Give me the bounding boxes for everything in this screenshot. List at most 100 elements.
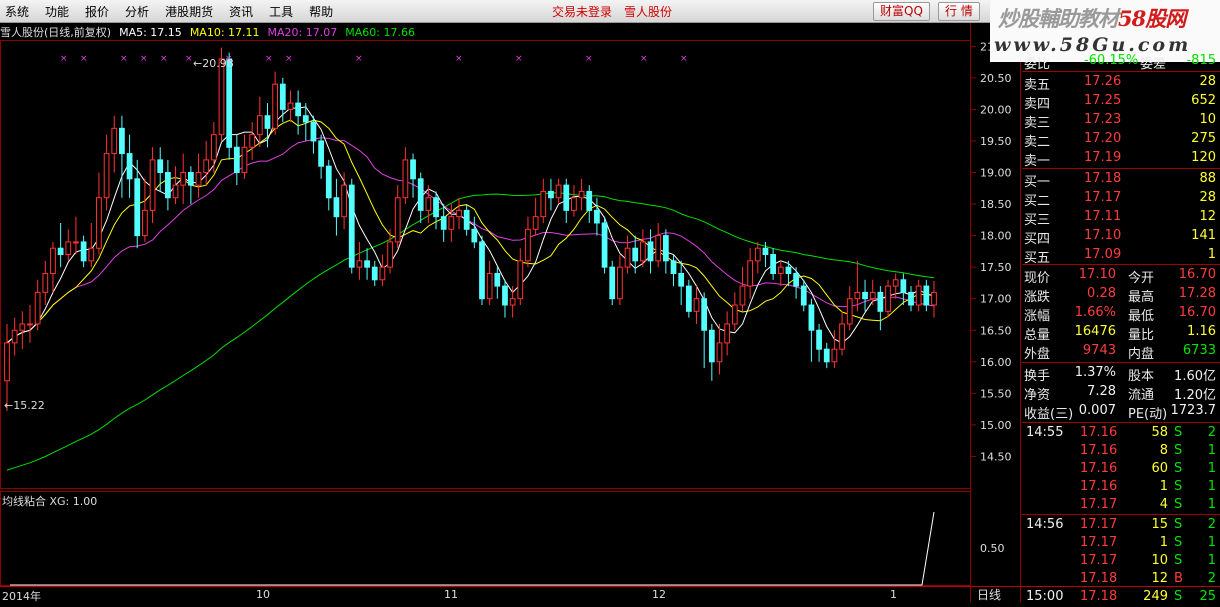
candle-body [440,216,447,230]
trade-status[interactable]: 交易未登录 [552,3,612,20]
candle-body [693,298,700,312]
tick-row: 14:55 17.16 58 S 2 [1022,424,1220,443]
candle-body [800,285,807,306]
candle-body [601,222,608,268]
tick-count: 2 [1207,517,1216,532]
menu-news[interactable]: 资讯 [224,3,264,20]
signal-marker: × [185,54,193,64]
candle-body [80,241,87,262]
order-volume: 652 [1191,93,1216,108]
order-price: 17.09 [1084,247,1122,262]
order-price: 17.10 [1084,228,1122,243]
candle-body [785,266,792,274]
candle-body [364,260,370,268]
candle-body [685,285,692,312]
candle-body [877,291,884,312]
low-annotation: ←15.22 [4,399,45,412]
signal-marker: × [680,54,688,64]
tick-side: S [1174,479,1183,494]
order-price: 17.20 [1084,131,1122,146]
price-tick-label: 16.50 [980,324,1012,337]
quote-cell: 9743 [1082,343,1116,358]
price-tick-label: 18.50 [980,198,1012,211]
quote-cell: 最低 [1128,309,1155,324]
menu-quote[interactable]: 报价 [80,3,120,20]
candle-body [279,83,286,110]
quote-cell: 涨幅 [1024,309,1051,324]
candle-body [356,260,363,268]
quote-cell: 17.10 [1078,267,1116,282]
candle-body [433,197,439,218]
signal-marker: × [60,54,68,64]
quote-cell: 外盘 [1024,347,1051,362]
candle-body [103,153,110,199]
quote-cell: 6733 [1182,343,1216,358]
candle-body [233,146,240,174]
order-volume: 10 [1199,112,1216,127]
quote-cell: 1.16 [1187,324,1216,339]
panel-separator [1022,514,1220,515]
candle-body [34,291,41,325]
candlesticks: × × × × × × × × × × × × × × × [4,47,937,412]
market-button[interactable]: 行 情 [938,2,980,21]
quote-cell: 1723.7 [1170,403,1217,418]
order-price: 17.19 [1084,150,1122,165]
candle-body [119,127,125,155]
quote-cell: 涨跌 [1024,290,1051,305]
candle-body [379,266,386,281]
candle-body [272,83,279,129]
ma10-label: MA10: 17.11 [189,26,260,39]
candle-body [624,247,631,268]
caifu-qq-button[interactable]: 财富QQ [873,2,930,21]
candle-body [532,216,539,230]
signal-marker: × [640,54,648,64]
price-tick-label: 19.50 [980,135,1012,148]
date-label: 11 [444,588,458,601]
candle-body [218,58,225,136]
tick-row: 17.17 4 S 1 [1022,496,1220,515]
tick-side: S [1174,553,1183,568]
candle-body [908,291,914,306]
period-label[interactable]: 日线 [977,586,1001,603]
price-axis: 21.0020.5020.0019.5019.0018.5018.0017.50… [970,40,1012,463]
candle-body [494,272,501,287]
candle-body [226,58,233,148]
price-tick-label: 20.00 [980,103,1012,116]
candle-body [892,279,899,287]
quote-cell: 1.66% [1074,305,1116,320]
tick-price: 17.17 [1080,553,1118,568]
quote-cell: 1.37% [1074,365,1116,380]
signal-marker: × [80,54,88,64]
candle-body [647,241,654,262]
bid-row: 买五 17.09 1 [1022,246,1220,266]
menu-help[interactable]: 帮助 [304,3,344,20]
candle-body [318,140,324,167]
quote-cell: 流通 [1128,388,1155,403]
ask-row: 卖五 17.26 28 [1022,73,1220,93]
tick-volume: 8 [1159,443,1168,458]
menu-hk-futures[interactable]: 港股期货 [160,3,224,20]
candle-body [655,235,662,262]
candle-body [142,209,148,237]
candle-body [923,285,930,306]
date-label: 12 [652,588,666,601]
chart-header: 雪人股份(日线,前复权) MA5: 17.15 MA10: 17.11 MA20: 1… [0,24,423,40]
tick-price: 17.18 [1080,571,1118,586]
menu-function[interactable]: 功能 [40,3,80,20]
menu-system[interactable]: 系统 [0,3,40,20]
order-price: 17.18 [1084,171,1122,186]
candle-body [325,165,332,199]
ma5-label: MA5: 17.15 [119,26,182,39]
bid-label: 买四 [1024,232,1051,247]
menu-tools[interactable]: 工具 [264,3,304,20]
indicator-tick-label: 0.50 [980,542,1005,555]
tick-side: B [1174,571,1183,586]
candle-body [302,115,309,123]
menu-analysis[interactable]: 分析 [120,3,160,20]
order-price: 17.25 [1084,93,1122,108]
candle-body [19,323,26,331]
candle-body [563,184,570,211]
candle-body [931,291,937,306]
tick-price: 17.16 [1080,461,1118,476]
tick-side: S [1174,443,1183,458]
